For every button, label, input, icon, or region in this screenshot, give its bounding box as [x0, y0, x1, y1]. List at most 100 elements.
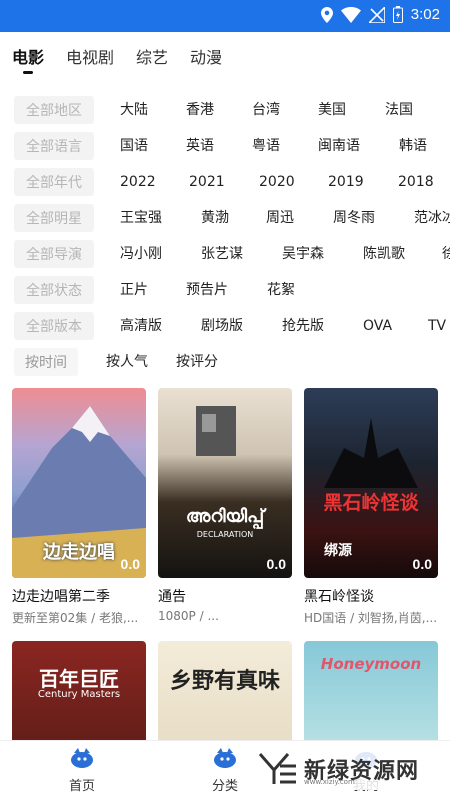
filter-option[interactable]: 高清版: [120, 308, 162, 344]
filter-label-region[interactable]: 全部地区: [14, 96, 94, 124]
filter-label-year[interactable]: 全部年代: [14, 168, 94, 196]
sort-row: 按时间 按人气 按评分: [0, 344, 450, 380]
filter-option[interactable]: 预告片: [186, 272, 228, 308]
filter-row-year: 全部年代 2022 2021 2020 2019 2018: [0, 164, 450, 200]
filter-option[interactable]: 2020: [259, 164, 295, 200]
filter-option[interactable]: 国语: [120, 128, 148, 164]
filter-option[interactable]: 2021: [189, 164, 225, 200]
movie-title[interactable]: 通告: [158, 586, 292, 606]
tab-anime[interactable]: 动漫: [190, 32, 222, 84]
filter-option[interactable]: 台湾: [252, 92, 280, 128]
filter-label-director[interactable]: 全部导演: [14, 240, 94, 268]
filter-option[interactable]: 吴宇森: [282, 236, 324, 272]
nav-home[interactable]: 首页: [42, 747, 122, 794]
filter-option[interactable]: 周冬雨: [333, 200, 375, 236]
movie-card[interactable]: 百年巨匠 Century Masters: [12, 641, 146, 748]
tab-movie[interactable]: 电影: [12, 32, 44, 84]
movie-poster[interactable]: 黑石岭怪谈 绑源 0.0: [304, 388, 438, 578]
filter-option[interactable]: 陈凯歌: [363, 236, 405, 272]
filter-option[interactable]: 2018: [398, 164, 434, 200]
filter-option[interactable]: 法国: [385, 92, 413, 128]
movie-poster[interactable]: 乡野有真味: [158, 641, 292, 748]
status-icons: 3:02: [320, 6, 440, 23]
filter-row-region: 全部地区 大陆 香港 台湾 美国 法国: [0, 92, 450, 128]
movie-score: 0.0: [120, 556, 140, 572]
movie-title[interactable]: 黑石岭怪谈: [304, 586, 438, 606]
movie-card[interactable]: അറിയിപ്പ് DECLARATION 0.0 通告 1080P / ...: [158, 388, 292, 623]
sort-option-rating[interactable]: 按评分: [176, 344, 218, 380]
filter-option[interactable]: 黄渤: [201, 200, 229, 236]
movie-poster[interactable]: അറിയിപ്പ് DECLARATION 0.0: [158, 388, 292, 578]
filter-option[interactable]: 花絮: [267, 272, 295, 308]
watermark: 新绿资源网 www.xlziy.com: [252, 748, 430, 790]
movie-poster[interactable]: 百年巨匠 Century Masters: [12, 641, 146, 748]
movie-score: 0.0: [266, 556, 286, 572]
movie-score: 0.0: [412, 556, 432, 572]
movie-card[interactable]: 乡野有真味: [158, 641, 292, 748]
filter-option[interactable]: 抢先版: [282, 308, 324, 344]
filter-label-version[interactable]: 全部版本: [14, 312, 94, 340]
filter-row-language: 全部语言 国语 英语 粤语 闽南语 韩语: [0, 128, 450, 164]
movie-card[interactable]: Honeymoon: [304, 641, 438, 748]
filter-option[interactable]: 范冰冰: [414, 200, 450, 236]
sort-label-time[interactable]: 按时间: [14, 348, 78, 376]
poster-title: 百年巨匠: [39, 667, 119, 691]
signal-off-icon: [368, 6, 385, 23]
filter-option[interactable]: TV: [428, 308, 446, 344]
sort-option-popularity[interactable]: 按人气: [106, 344, 148, 380]
movie-subtitle: 1080P / ...: [158, 609, 219, 623]
nav-home-label: 首页: [68, 779, 95, 794]
watermark-logo-icon: [258, 753, 296, 784]
tab-variety[interactable]: 综艺: [136, 32, 168, 84]
filter-label-language[interactable]: 全部语言: [14, 132, 94, 160]
filter-option[interactable]: 冯小刚: [120, 236, 162, 272]
filter-option[interactable]: 正片: [120, 272, 148, 308]
movie-subtitle: 更新至第02集 / 老狼,...: [12, 611, 139, 625]
filter-option[interactable]: 周迅: [266, 200, 294, 236]
movie-poster[interactable]: 边走边唱 0.0: [12, 388, 146, 578]
battery-icon: [392, 6, 403, 23]
category-tabs: 电影 电视剧 综艺 动漫: [0, 32, 450, 84]
movie-card[interactable]: 边走边唱 0.0 边走边唱第二季 更新至第02集 / 老狼,...: [12, 388, 146, 626]
filter-option[interactable]: 王宝强: [120, 200, 162, 236]
status-bar: 3:02: [0, 0, 450, 32]
filter-option[interactable]: 粤语: [252, 128, 280, 164]
filter-panel: 全部地区 大陆 香港 台湾 美国 法国 全部语言 国语 英语 粤语 闽南语 韩语…: [0, 92, 450, 380]
filter-option[interactable]: OVA: [363, 308, 392, 344]
movie-grid: 边走边唱 0.0 边走边唱第二季 更新至第02集 / 老狼,... അറിയിപ…: [0, 388, 450, 748]
poster-title: അറിയിപ്പ്: [185, 506, 265, 527]
filter-option[interactable]: 美国: [318, 92, 346, 128]
filter-row-status: 全部状态 正片 预告片 花絮: [0, 272, 450, 308]
filter-option[interactable]: 闽南语: [318, 128, 360, 164]
poster-subtitle: Century Masters: [37, 689, 121, 700]
filter-option[interactable]: 英语: [186, 128, 214, 164]
movie-title[interactable]: 边走边唱第二季: [12, 586, 146, 606]
watermark-url: www.xlziy.com: [304, 778, 355, 786]
movie-subtitle: HD国语 / 刘智扬,肖茵,...: [304, 611, 438, 625]
filter-option[interactable]: 大陆: [120, 92, 148, 128]
poster-title: 乡野有真味: [169, 669, 280, 694]
filter-option[interactable]: 韩语: [399, 128, 427, 164]
filter-row-star: 全部明星 王宝强 黄渤 周迅 周冬雨 范冰冰: [0, 200, 450, 236]
filter-option[interactable]: 2022: [120, 164, 156, 200]
filter-label-star[interactable]: 全部明星: [14, 204, 94, 232]
tab-tv-series[interactable]: 电视剧: [66, 32, 114, 84]
location-icon: [320, 6, 333, 23]
status-time: 3:02: [410, 6, 440, 23]
filter-option[interactable]: 徐: [442, 236, 450, 272]
movie-card[interactable]: 黑石岭怪谈 绑源 0.0 黑石岭怪谈 HD国语 / 刘智扬,肖茵,...: [304, 388, 438, 626]
category-icon: [214, 748, 236, 768]
filter-option[interactable]: 剧场版: [201, 308, 243, 344]
poster-title: 黑石岭怪谈: [323, 492, 419, 514]
filter-option[interactable]: 香港: [186, 92, 214, 128]
filter-option[interactable]: 2019: [328, 164, 364, 200]
poster-subtitle: DECLARATION: [196, 530, 254, 539]
filter-row-version: 全部版本 高清版 剧场版 抢先版 OVA TV: [0, 308, 450, 344]
filter-row-director: 全部导演 冯小刚 张艺谋 吴宇森 陈凯歌 徐: [0, 236, 450, 272]
filter-label-status[interactable]: 全部状态: [14, 276, 94, 304]
filter-option[interactable]: 张艺谋: [201, 236, 243, 272]
poster-title: Honeymoon: [320, 655, 422, 673]
movie-poster[interactable]: Honeymoon: [304, 641, 438, 748]
home-icon: [71, 748, 93, 768]
wifi-icon: [340, 6, 361, 23]
